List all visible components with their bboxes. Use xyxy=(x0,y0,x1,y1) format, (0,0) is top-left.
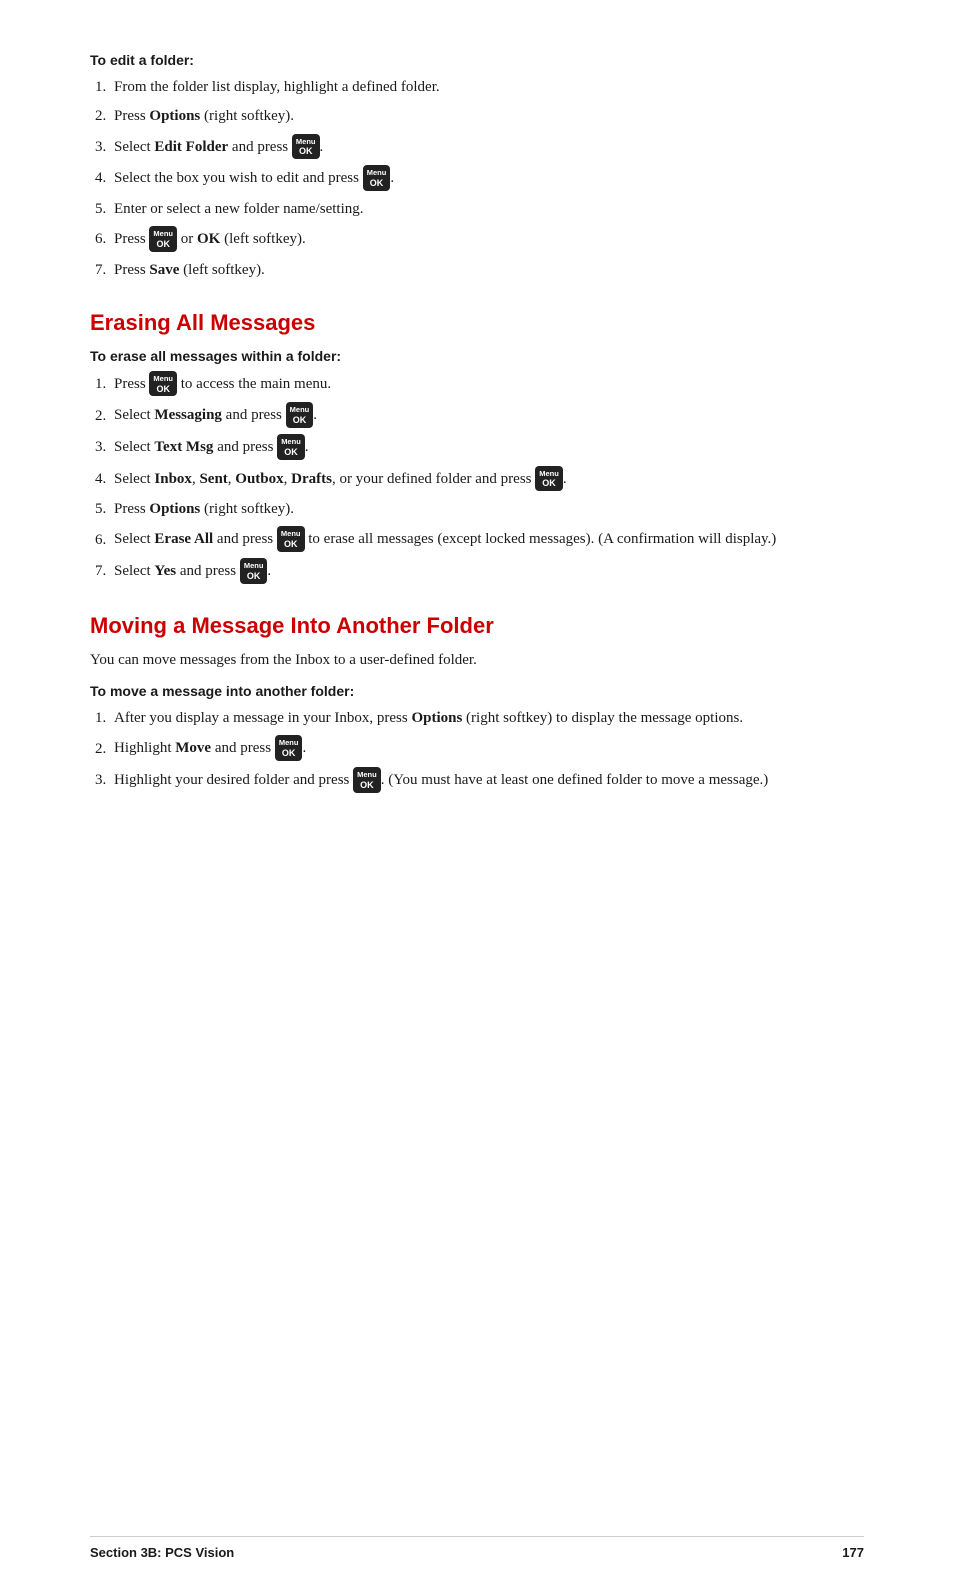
menu-key-icon: MenuOK xyxy=(535,466,563,492)
erasing-subheading: To erase all messages within a folder: xyxy=(90,348,864,364)
menu-key-icon: MenuOK xyxy=(363,165,391,191)
moving-steps: After you display a message in your Inbo… xyxy=(110,707,864,793)
list-item: Select Edit Folder and press MenuOK. xyxy=(110,135,864,161)
list-item: Highlight Move and press MenuOK. xyxy=(110,736,864,762)
menu-key-icon: MenuOK xyxy=(277,434,305,460)
edit-folder-steps: From the folder list display, highlight … xyxy=(110,76,864,282)
footer-section-label: Section 3B: PCS Vision xyxy=(90,1545,234,1560)
moving-intro-text: You can move messages from the Inbox to … xyxy=(90,649,864,672)
list-item: Select Text Msg and press MenuOK. xyxy=(110,435,864,461)
list-item: Select the box you wish to edit and pres… xyxy=(110,166,864,192)
list-item: Select Erase All and press MenuOK to era… xyxy=(110,527,864,553)
menu-key-icon: MenuOK xyxy=(275,735,303,761)
page-footer: Section 3B: PCS Vision 177 xyxy=(90,1536,864,1560)
list-item: Press Save (left softkey). xyxy=(110,259,864,282)
moving-subheading: To move a message into another folder: xyxy=(90,683,864,699)
list-item: Highlight your desired folder and press … xyxy=(110,768,864,794)
page-content: To edit a folder: From the folder list d… xyxy=(0,0,954,1590)
menu-key-icon: MenuOK xyxy=(353,767,381,793)
list-item: Press Options (right softkey). xyxy=(110,498,864,521)
menu-key-icon: MenuOK xyxy=(277,526,305,552)
menu-key-icon: MenuOK xyxy=(292,134,320,160)
list-item: Select Yes and press MenuOK. xyxy=(110,559,864,585)
list-item: Select Inbox, Sent, Outbox, Drafts, or y… xyxy=(110,467,864,493)
list-item: Press MenuOK to access the main menu. xyxy=(110,372,864,398)
list-item: Press Options (right softkey). xyxy=(110,105,864,128)
menu-key-icon: MenuOK xyxy=(240,558,268,584)
list-item: Enter or select a new folder name/settin… xyxy=(110,198,864,221)
list-item: Select Messaging and press MenuOK. xyxy=(110,403,864,429)
menu-key-icon: MenuOK xyxy=(149,226,177,252)
erasing-section-heading: Erasing All Messages xyxy=(90,310,864,336)
list-item: After you display a message in your Inbo… xyxy=(110,707,864,730)
menu-key-icon: MenuOK xyxy=(149,371,177,397)
moving-section-heading: Moving a Message Into Another Folder xyxy=(90,613,864,639)
menu-key-icon: MenuOK xyxy=(286,402,314,428)
erasing-steps: Press MenuOK to access the main menu. Se… xyxy=(110,372,864,585)
footer-page-number: 177 xyxy=(842,1545,864,1560)
edit-folder-subheading: To edit a folder: xyxy=(90,52,864,68)
list-item: From the folder list display, highlight … xyxy=(110,76,864,99)
list-item: Press MenuOK or OK (left softkey). xyxy=(110,227,864,253)
